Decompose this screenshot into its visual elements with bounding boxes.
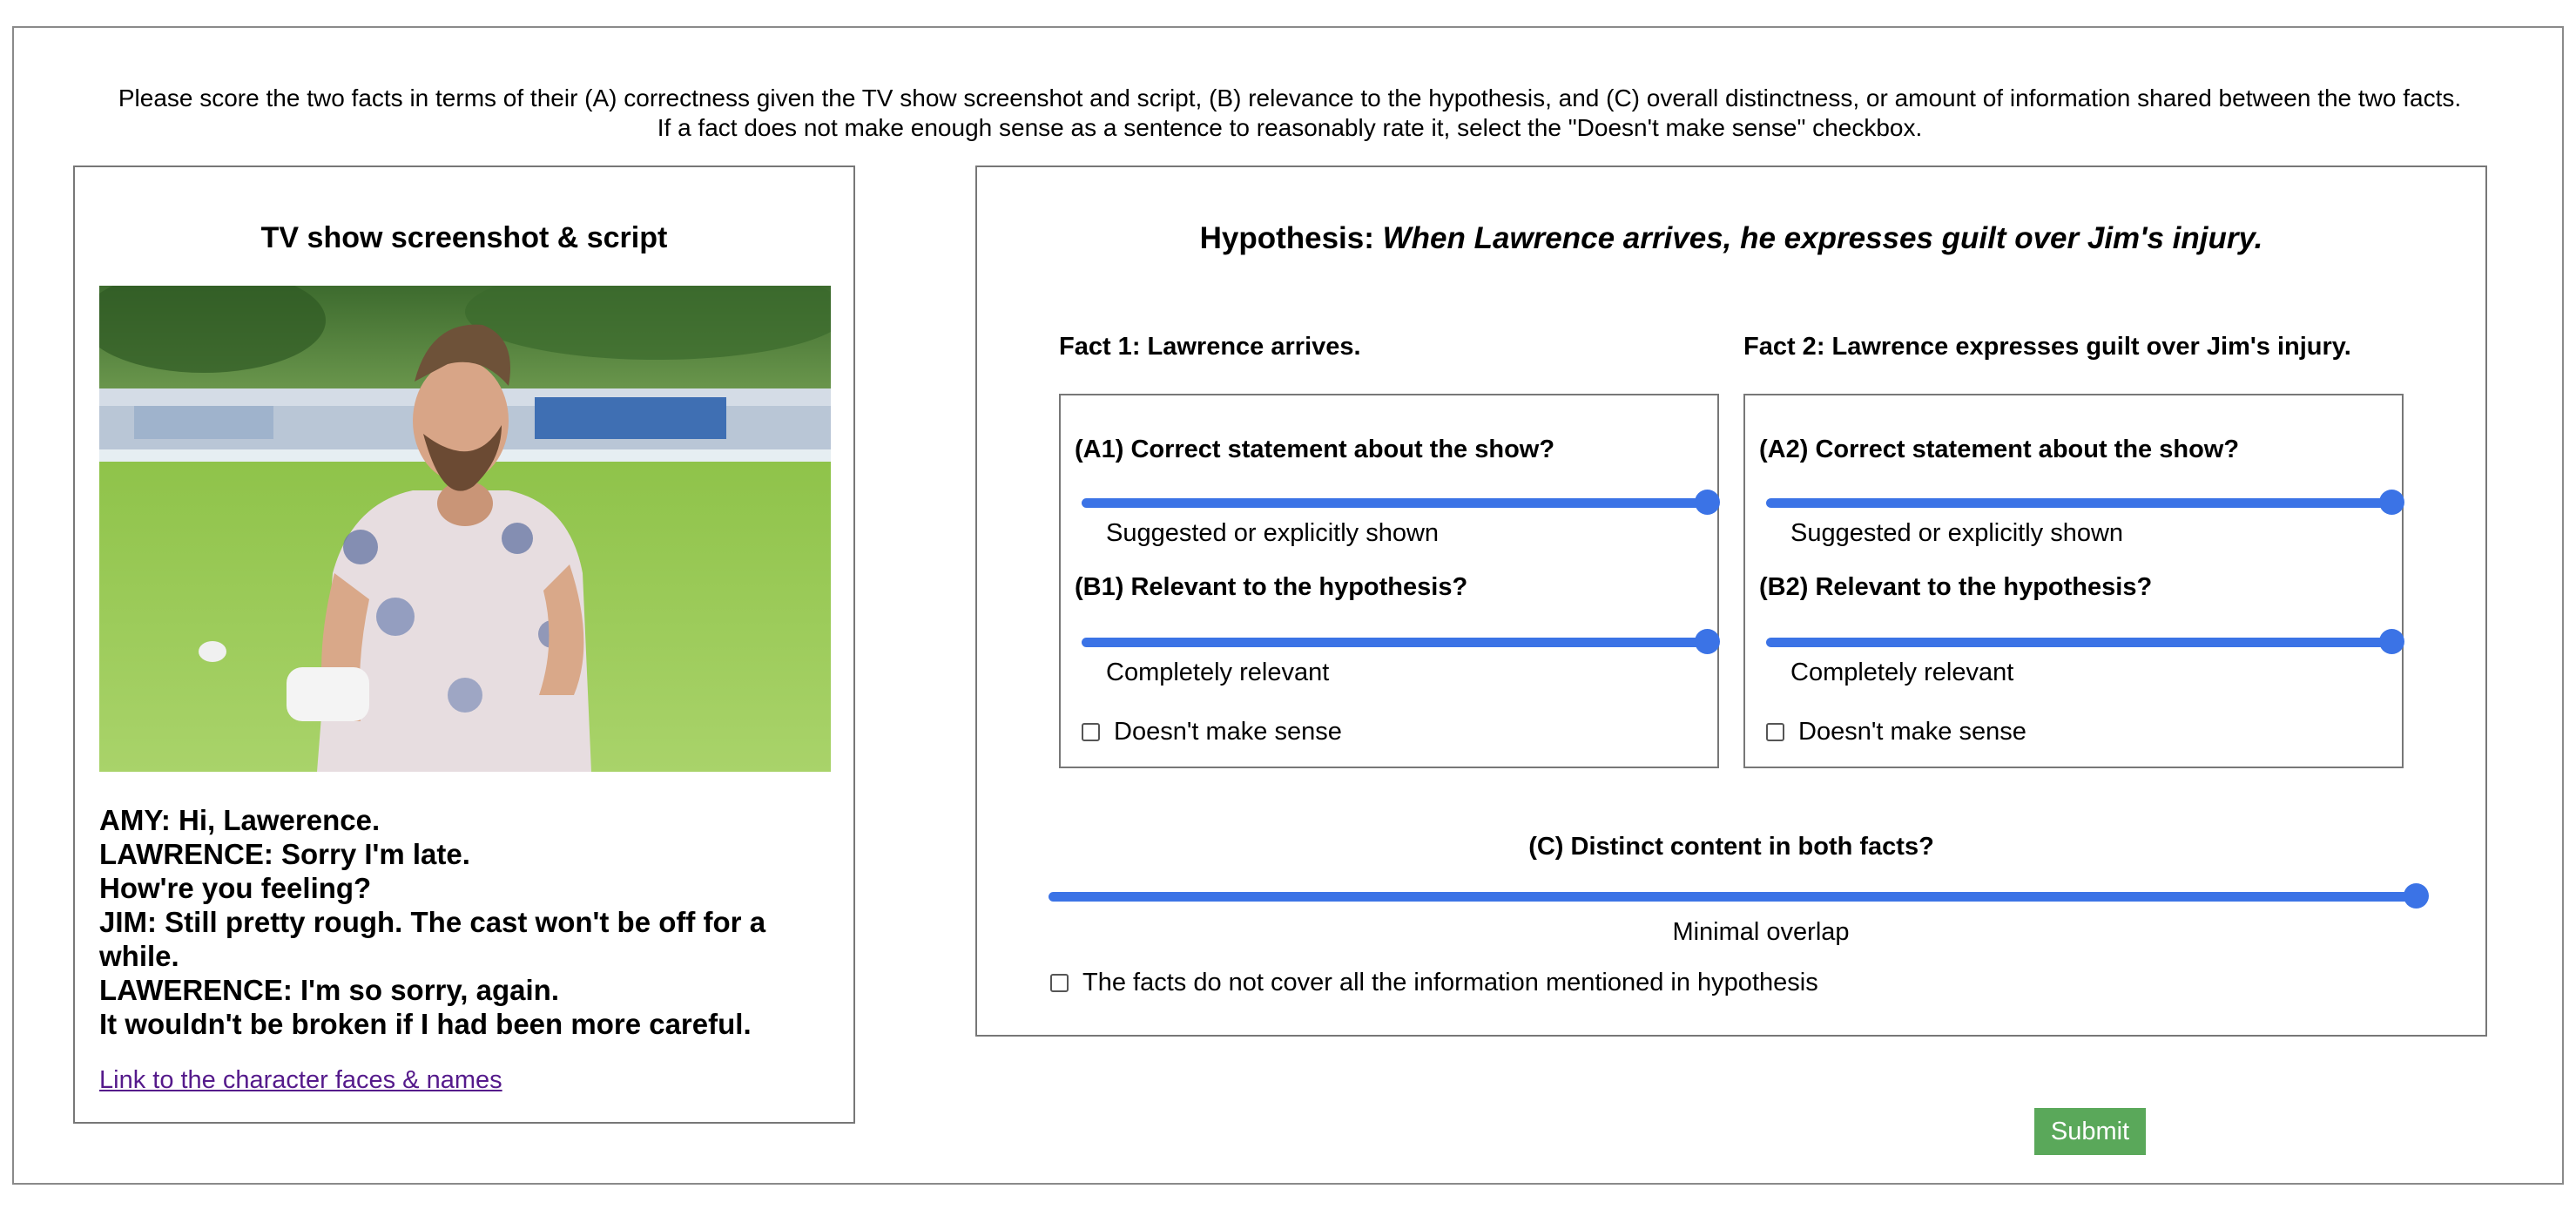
slider-handle[interactable] xyxy=(2379,629,2404,654)
slider-handle[interactable] xyxy=(2404,883,2429,909)
screenshot-script-panel: TV show screenshot & script AMY: Hi, Law… xyxy=(73,166,855,1124)
script-line: AMY: Hi, Lawerence. xyxy=(99,804,381,836)
fact-2-correct-question: (A2) Correct statement about the show? xyxy=(1759,436,2240,463)
slider-handle[interactable] xyxy=(1695,490,1720,515)
script-line: JIM: Still pretty rough. The cast won't … xyxy=(99,906,766,972)
coverage-checkbox[interactable] xyxy=(1050,974,1069,992)
distinct-slider[interactable] xyxy=(1049,883,2429,909)
script-line: LAWERENCE: I'm so sorry, again. xyxy=(99,974,559,1006)
script-line: How're you feeling? xyxy=(99,872,372,904)
hypothesis-text: When Lawrence arrives, he expresses guil… xyxy=(1382,221,2263,255)
fact-2-nonsense-row: Doesn't make sense xyxy=(1766,718,2026,746)
task-frame: Please score the two facts in terms of t… xyxy=(12,26,2564,1185)
fact-2-nonsense-label: Doesn't make sense xyxy=(1798,718,2026,746)
fact-2-relevant-slider[interactable] xyxy=(1766,629,2404,655)
slider-track xyxy=(1082,638,1707,647)
script-text: AMY: Hi, Lawerence. LAWRENCE: Sorry I'm … xyxy=(99,803,831,1041)
coverage-row: The facts do not cover all the informati… xyxy=(1050,969,1818,997)
script-line: It wouldn't be broken if I had been more… xyxy=(99,1008,752,1040)
fact-2-heading: Fact 2: Lawrence expresses guilt over Ji… xyxy=(1743,333,2351,361)
distinct-value: Minimal overlap xyxy=(1672,918,1850,946)
slider-track xyxy=(1766,498,2391,508)
fact-1-nonsense-label: Doesn't make sense xyxy=(1114,718,1342,746)
fact-1-correct-question: (A1) Correct statement about the show? xyxy=(1075,436,1555,463)
instructions-line-1: Please score the two facts in terms of t… xyxy=(118,84,2462,111)
fact-1-nonsense-row: Doesn't make sense xyxy=(1082,718,1342,746)
slider-track xyxy=(1049,892,2416,902)
slider-track xyxy=(1766,638,2391,647)
coverage-label: The facts do not cover all the informati… xyxy=(1082,969,1818,996)
submit-button[interactable]: Submit xyxy=(2034,1108,2146,1155)
distinct-question: (C) Distinct content in both facts? xyxy=(1528,833,1934,861)
fact-1-correct-value: Suggested or explicitly shown xyxy=(1106,519,1440,547)
rating-panel: Hypothesis: When Lawrence arrives, he ex… xyxy=(975,166,2487,1037)
fact-1-nonsense-checkbox[interactable] xyxy=(1082,723,1100,741)
slider-track xyxy=(1082,498,1707,508)
fact-2-relevant-value: Completely relevant xyxy=(1790,659,2014,686)
fact-1-heading: Fact 1: Lawrence arrives. xyxy=(1059,333,1361,361)
tv-show-screenshot xyxy=(99,286,831,772)
instructions-line-2: If a fact does not make enough sense as … xyxy=(657,114,1923,141)
fact-2-correct-slider[interactable] xyxy=(1766,490,2404,516)
fact-1-box: (A1) Correct statement about the show? S… xyxy=(1059,394,1720,768)
hypothesis: Hypothesis: When Lawrence arrives, he ex… xyxy=(977,221,2485,256)
hypothesis-label: Hypothesis: xyxy=(1199,221,1374,255)
fact-1-relevant-question: (B1) Relevant to the hypothesis? xyxy=(1075,573,1468,601)
slider-handle[interactable] xyxy=(1695,629,1720,654)
character-faces-link[interactable]: Link to the character faces & names xyxy=(99,1066,502,1095)
fact-2-nonsense-checkbox[interactable] xyxy=(1766,723,1784,741)
instructions: Please score the two facts in terms of t… xyxy=(14,84,2566,143)
slider-handle[interactable] xyxy=(2379,490,2404,515)
fact-2-correct-value: Suggested or explicitly shown xyxy=(1790,519,2124,547)
fact-1-relevant-value: Completely relevant xyxy=(1106,659,1330,686)
fact-2-relevant-question: (B2) Relevant to the hypothesis? xyxy=(1759,573,2153,601)
fact-1-correct-slider[interactable] xyxy=(1082,490,1720,516)
fact-2-box: (A2) Correct statement about the show? S… xyxy=(1743,394,2404,768)
panel-title: TV show screenshot & script xyxy=(260,221,668,254)
script-line: LAWRENCE: Sorry I'm late. xyxy=(99,838,470,870)
fact-1-relevant-slider[interactable] xyxy=(1082,629,1720,655)
